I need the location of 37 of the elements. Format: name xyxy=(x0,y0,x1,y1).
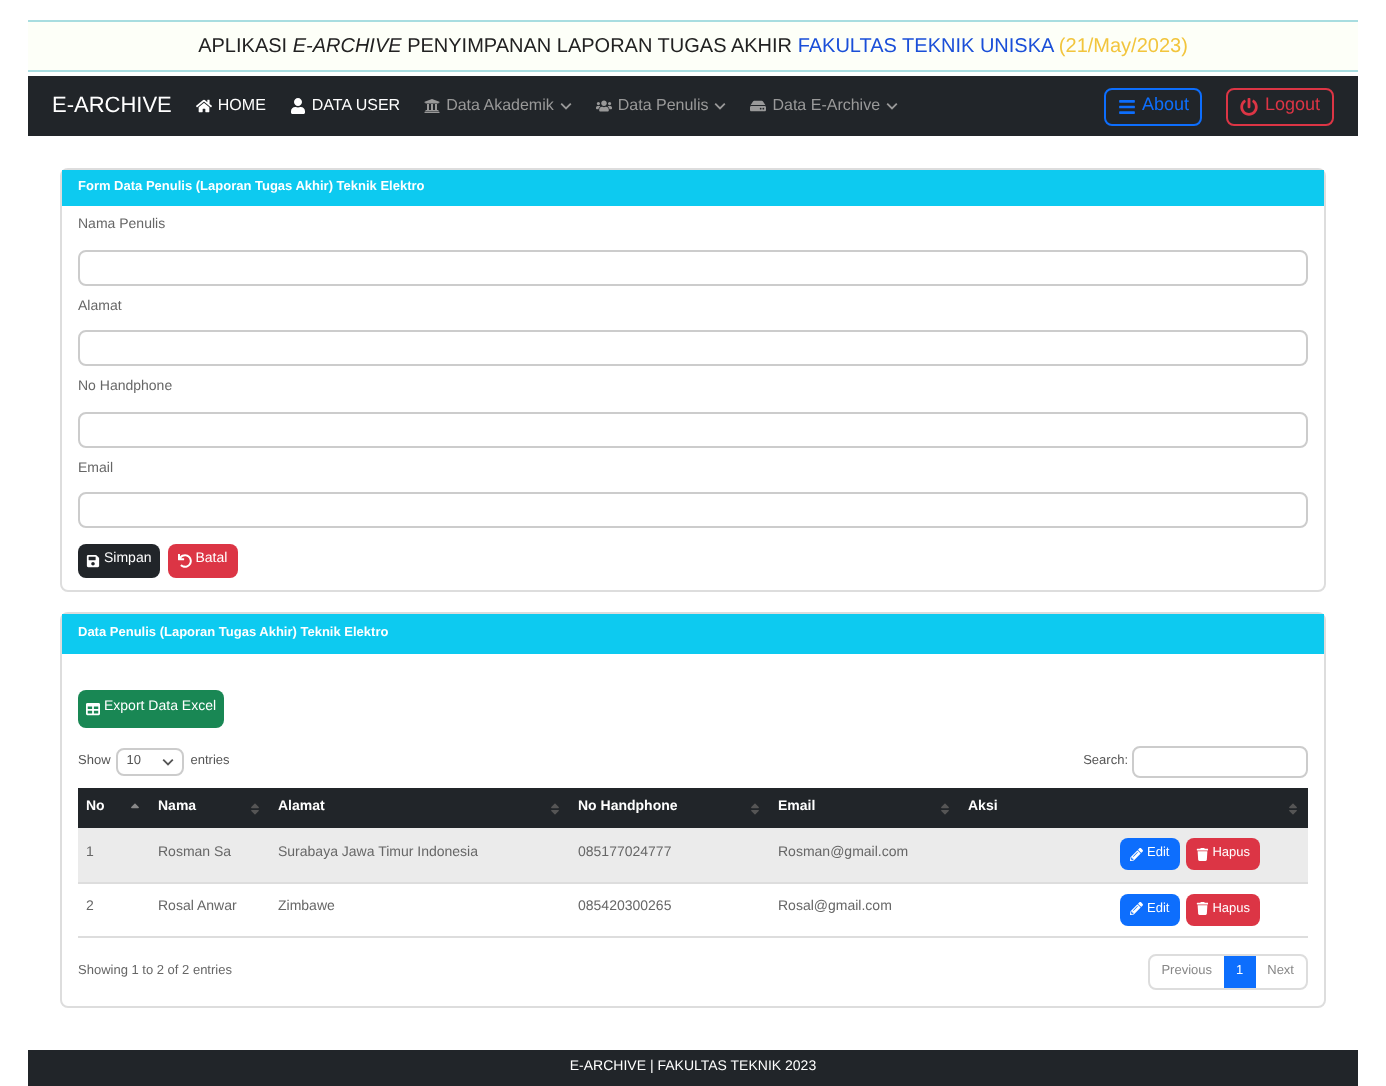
users-icon xyxy=(595,98,612,114)
input-field[interactable] xyxy=(78,411,1308,447)
table-icon xyxy=(86,702,100,716)
power-icon xyxy=(1240,97,1259,115)
nav-link[interactable]: Data Penulis xyxy=(595,94,727,118)
search-field[interactable] xyxy=(1132,746,1308,778)
sort-icon xyxy=(938,801,952,815)
drive-icon xyxy=(750,98,767,114)
nav-link[interactable]: HOME xyxy=(195,94,266,118)
nav-link[interactable]: Data Akademik xyxy=(424,94,572,118)
user-icon xyxy=(289,98,306,114)
pencil-icon xyxy=(1130,848,1143,861)
input-field[interactable] xyxy=(78,330,1308,366)
app-title: APLIKASI E-ARCHIVE PENYIMPANAN LAPORAN TUGAS AKHIR FAKULTAS TEKNIK UNISKA (21/May/2023) xyxy=(198,33,1188,61)
caret-icon xyxy=(886,102,899,110)
sort-icon xyxy=(548,801,562,815)
trash-icon xyxy=(1195,902,1209,916)
menu-icon xyxy=(1117,97,1136,115)
sort-icon xyxy=(748,801,762,815)
about-button[interactable]: About xyxy=(1103,87,1203,125)
logout-button[interactable]: Logout xyxy=(1226,87,1334,125)
nav-link[interactable]: DATA USER xyxy=(289,94,401,118)
save-icon xyxy=(86,554,100,568)
sort-icon xyxy=(1286,801,1300,815)
nav-link[interactable]: Data E-Archive xyxy=(750,94,899,118)
trash-icon xyxy=(1195,848,1209,861)
undo-icon xyxy=(177,554,192,568)
caret-icon xyxy=(162,758,175,766)
caret-icon xyxy=(714,102,727,110)
input-field[interactable] xyxy=(78,492,1308,528)
sort-icon xyxy=(248,801,262,815)
caret-icon xyxy=(559,102,572,110)
home-icon xyxy=(195,98,212,114)
building-icon xyxy=(424,98,441,114)
input-field[interactable] xyxy=(78,249,1308,285)
brand-link[interactable]: E-ARCHIVE xyxy=(52,89,172,123)
pencil-icon xyxy=(1130,902,1143,916)
